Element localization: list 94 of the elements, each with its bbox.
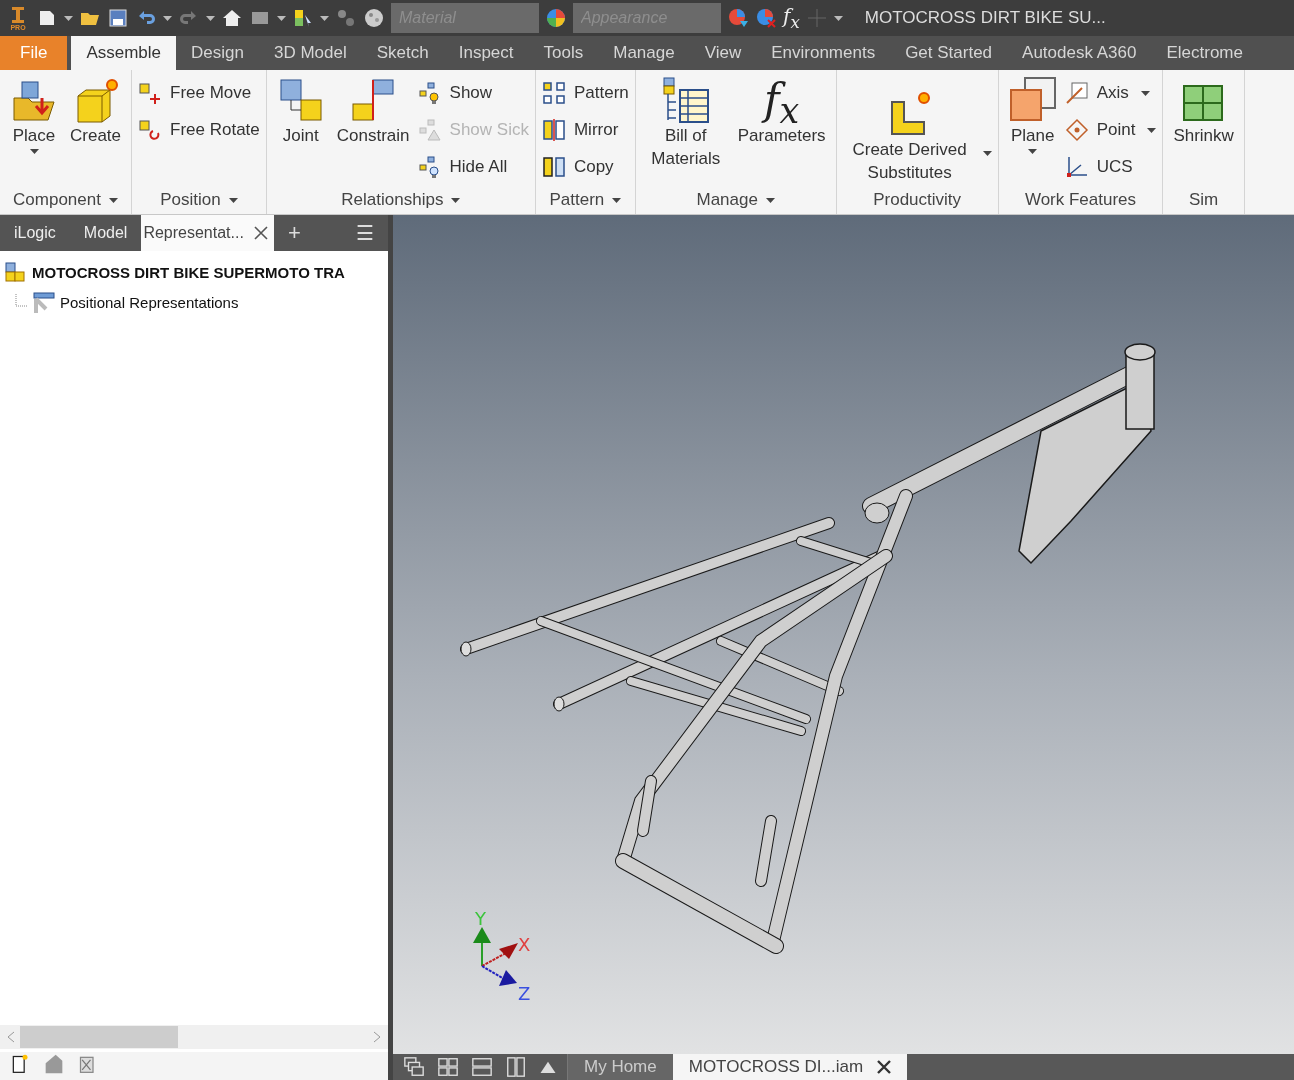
caret-icon[interactable] xyxy=(228,197,238,203)
caret-icon[interactable] xyxy=(1147,127,1157,133)
ribbon-button[interactable]: Create xyxy=(66,74,126,186)
table-list-icon xyxy=(661,76,710,124)
caret-icon[interactable] xyxy=(277,15,286,21)
caret-icon[interactable] xyxy=(29,149,39,154)
ribbon-tab[interactable]: Tools xyxy=(528,36,599,70)
color-clear-icon[interactable] xyxy=(755,7,777,29)
point-icon xyxy=(1064,118,1089,142)
ribbon-tab[interactable]: Sketch xyxy=(361,36,444,70)
node-bulb-icon xyxy=(417,155,442,179)
close-icon[interactable] xyxy=(253,226,268,240)
ribbon-button[interactable]: Axis xyxy=(1064,80,1157,106)
ribbon-button[interactable]: Free Move xyxy=(138,80,260,106)
material-sphere-icon[interactable] xyxy=(363,7,385,29)
caret-icon[interactable] xyxy=(1140,90,1150,96)
caret-icon[interactable] xyxy=(451,197,461,203)
tile-windows-icon xyxy=(437,1056,459,1078)
plane-icon xyxy=(1008,76,1057,124)
ribbon-button[interactable]: Point xyxy=(1064,117,1157,143)
panel-label[interactable]: Relationships xyxy=(341,190,461,210)
home-icon[interactable] xyxy=(221,7,243,29)
document-tab[interactable]: My Home xyxy=(568,1054,673,1080)
assembly-icon xyxy=(4,261,28,283)
caret-icon[interactable] xyxy=(320,15,329,21)
horizontal-split-icon xyxy=(471,1056,493,1078)
caret-icon[interactable] xyxy=(1028,149,1038,154)
caret-icon[interactable] xyxy=(64,15,73,21)
ribbon-button[interactable]: Create Derived Substitutes xyxy=(842,74,992,186)
axis-line-icon xyxy=(1064,81,1089,105)
color-filter-icon[interactable] xyxy=(727,7,749,29)
tree-branch-icon xyxy=(14,294,28,310)
ribbon-button[interactable]: Copy xyxy=(541,154,629,180)
caret-icon[interactable] xyxy=(833,15,843,21)
save-icon[interactable] xyxy=(107,7,129,29)
ribbon-button[interactable]: Pattern xyxy=(541,80,629,106)
ribbon-button[interactable]: f$_{x}$ Parameters xyxy=(733,74,830,186)
mirror-icon xyxy=(541,118,566,142)
ribbon-button[interactable]: Place xyxy=(6,74,62,186)
panel-label: Sim xyxy=(1188,190,1219,210)
ribbon-tab[interactable]: Manage xyxy=(598,36,690,70)
window-title: MOTOCROSS DIRT BIKE SU... xyxy=(864,8,1106,28)
panel-label[interactable]: Component xyxy=(13,190,118,210)
grid-pattern-icon xyxy=(541,81,566,105)
panel-label[interactable]: Pattern xyxy=(549,190,622,210)
node-warning-icon xyxy=(417,118,442,142)
node-bulb-icon xyxy=(417,81,442,105)
caret-icon[interactable] xyxy=(206,15,215,21)
caret-icon[interactable] xyxy=(982,151,992,156)
ribbon-tab[interactable]: Autodesk A360 xyxy=(1007,36,1152,70)
dots-icon[interactable] xyxy=(335,7,357,29)
caret-icon[interactable] xyxy=(108,197,118,203)
ribbon-tab[interactable]: Inspect xyxy=(443,36,529,70)
ribbon-button[interactable]: Joint xyxy=(272,74,329,186)
ribbon-button[interactable]: Show xyxy=(417,80,529,106)
ribbon-button[interactable]: Plane xyxy=(1004,74,1061,186)
ribbon-tab[interactable]: Design xyxy=(176,36,259,70)
tree-item[interactable]: MOTOCROSS DIRT BIKE SUPERMOTO TRA xyxy=(32,263,345,281)
tree-item[interactable]: Positional Representations xyxy=(60,293,239,311)
cube-move-icon xyxy=(138,81,163,105)
ribbon-tab[interactable]: Electrome xyxy=(1151,36,1258,70)
select-blocks-icon[interactable] xyxy=(292,7,314,29)
caret-icon[interactable] xyxy=(163,15,172,21)
representation-icon xyxy=(32,291,56,313)
caret-icon[interactable] xyxy=(612,197,622,203)
ribbon-tab[interactable]: Environments xyxy=(756,36,891,70)
close-icon[interactable] xyxy=(877,1060,892,1074)
browser-tab[interactable]: Representat... xyxy=(141,215,274,251)
ribbon-button[interactable]: Shrinkw xyxy=(1169,74,1238,186)
ucs-axes-icon xyxy=(1064,155,1089,179)
panel-label[interactable]: Manage xyxy=(696,190,775,210)
caret-icon[interactable] xyxy=(765,197,775,203)
ribbon-tab[interactable]: 3D Model xyxy=(258,36,362,70)
browser-tab[interactable]: iLogic xyxy=(0,215,70,251)
document-tab[interactable]: MOTOCROSS DI...iam xyxy=(672,1054,908,1080)
ribbon-button[interactable]: Constrain xyxy=(332,74,414,186)
add-tab-button[interactable]: + xyxy=(273,215,315,251)
ribbon-tab[interactable]: Get Started xyxy=(890,36,1008,70)
menu-button[interactable]: ☰ xyxy=(342,215,388,251)
ribbon-button[interactable]: Mirror xyxy=(541,117,629,143)
panel-label: Productivity xyxy=(873,190,962,210)
ribbon-tab[interactable]: Assemble xyxy=(71,36,177,70)
panel-label[interactable]: Position xyxy=(160,190,238,210)
ribbon-tab[interactable]: View xyxy=(689,36,757,70)
function-glyph-icon[interactable]: f$_{x}$ xyxy=(783,4,800,32)
panel-label: Work Features xyxy=(1024,190,1137,210)
browser-tab[interactable]: Model xyxy=(69,215,142,251)
ribbon-button[interactable]: Hide All xyxy=(417,154,529,180)
color-wheel-icon[interactable] xyxy=(545,7,567,29)
ribbon-button[interactable]: Bill of Materials xyxy=(641,74,730,186)
copy-blocks-icon xyxy=(541,155,566,179)
ribbon-button[interactable]: UCS xyxy=(1064,154,1157,180)
ribbon-button[interactable]: Free Rotate xyxy=(138,117,260,143)
vertical-split-icon xyxy=(505,1056,527,1078)
